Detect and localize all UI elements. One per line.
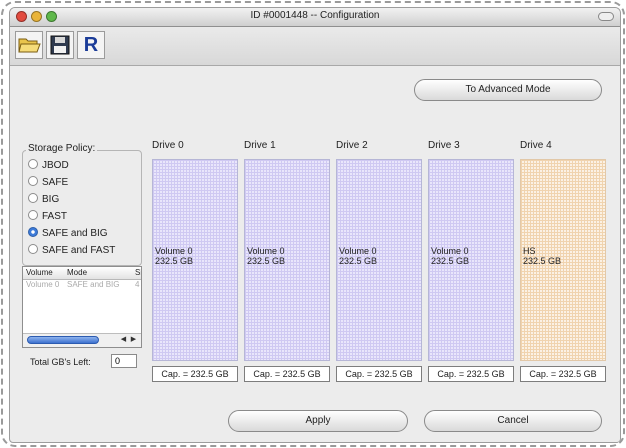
drive-0-capacity: Cap. = 232.5 GB — [152, 366, 238, 382]
drive-1-capacity: Cap. = 232.5 GB — [244, 366, 330, 382]
screenshot-frame: ID #0001448 -- Configuration R To Advanc… — [1, 1, 625, 447]
drive-4-hotspare-area[interactable]: HS 232.5 GB — [520, 159, 606, 361]
policy-option-jbod[interactable]: JBOD — [28, 159, 69, 173]
open-folder-icon — [18, 38, 41, 53]
drive-3-capacity: Cap. = 232.5 GB — [428, 366, 514, 382]
open-button[interactable] — [15, 31, 43, 59]
radio-safe-and-fast[interactable] — [28, 244, 38, 254]
cell-volume: Volume 0 — [26, 280, 60, 289]
drive-3-label: Drive 3 — [428, 140, 460, 151]
radio-safe-and-big[interactable] — [28, 227, 38, 237]
toolbar: R — [10, 27, 620, 66]
column-header-size[interactable]: Si — [135, 268, 141, 277]
cell-mode: SAFE and BIG — [67, 280, 120, 289]
drive-3-volume-name: Volume 0 — [431, 246, 469, 256]
scrollbar-thumb[interactable] — [27, 336, 99, 344]
drive-0-volume-size: 232.5 GB — [155, 256, 194, 266]
policy-label-fast: FAST — [42, 211, 68, 222]
advanced-mode-button[interactable]: To Advanced Mode — [414, 79, 602, 101]
drive-4-volume-size: 232.5 GB — [523, 256, 562, 266]
cell-size: 4 — [135, 280, 140, 289]
scroll-left-arrow-icon[interactable]: ◀ — [119, 335, 128, 345]
window-title: ID #0001448 -- Configuration — [250, 10, 380, 21]
save-floppy-icon — [50, 35, 70, 55]
policy-label-safe: SAFE — [42, 177, 69, 188]
drive-2-capacity: Cap. = 232.5 GB — [336, 366, 422, 382]
refresh-button[interactable]: R — [77, 31, 105, 59]
drive-1-volume-info: Volume 0 232.5 GB — [247, 246, 285, 266]
policy-option-safe-and-big[interactable]: SAFE and BIG — [28, 227, 108, 241]
configuration-window: ID #0001448 -- Configuration R To Advanc… — [9, 7, 621, 443]
policy-option-safe[interactable]: SAFE — [28, 176, 68, 190]
apply-button[interactable]: Apply — [228, 410, 408, 432]
drive-1-label: Drive 1 — [244, 140, 276, 151]
drive-3-volume-info: Volume 0 232.5 GB — [431, 246, 469, 266]
drive-4-volume-name: HS — [523, 246, 536, 256]
drive-1-volume-area[interactable]: Volume 0 232.5 GB — [244, 159, 330, 361]
title-bar[interactable]: ID #0001448 -- Configuration — [10, 8, 620, 27]
volume-table[interactable]: Volume Mode Si Volume 0 SAFE and BIG 4 ◀… — [22, 266, 142, 348]
save-button[interactable] — [46, 31, 74, 59]
scroll-right-arrow-icon[interactable]: ▶ — [129, 335, 138, 345]
policy-option-fast[interactable]: FAST — [28, 210, 67, 224]
column-header-volume[interactable]: Volume — [26, 268, 53, 277]
policy-label-big: BIG — [42, 194, 60, 205]
drive-2-volume-area[interactable]: Volume 0 232.5 GB — [336, 159, 422, 361]
drive-1-volume-size: 232.5 GB — [247, 256, 286, 266]
policy-label-jbod: JBOD — [42, 160, 69, 171]
total-gb-left-label: Total GB's Left: — [30, 357, 91, 367]
drive-3-volume-area[interactable]: Volume 0 232.5 GB — [428, 159, 514, 361]
drive-0-label: Drive 0 — [152, 140, 184, 151]
drive-2-label: Drive 2 — [336, 140, 368, 151]
horizontal-scrollbar[interactable]: ◀ ▶ — [23, 333, 141, 347]
drive-3-volume-size: 232.5 GB — [431, 256, 470, 266]
drive-0-volume-info: Volume 0 232.5 GB — [155, 246, 193, 266]
drive-0-volume-name: Volume 0 — [155, 246, 193, 256]
drive-4-label: Drive 4 — [520, 140, 552, 151]
total-gb-left-field: 0 — [111, 354, 137, 368]
cancel-button[interactable]: Cancel — [424, 410, 602, 432]
policy-option-safe-and-fast[interactable]: SAFE and FAST — [28, 244, 115, 258]
toolbar-toggle-button[interactable] — [598, 12, 614, 21]
main-content: To Advanced Mode Storage Policy: JBOD SA… — [16, 70, 614, 434]
table-row[interactable]: Volume 0 SAFE and BIG 4 — [23, 280, 141, 291]
storage-policy-title: Storage Policy: — [26, 143, 98, 154]
volume-table-header: Volume Mode Si — [23, 267, 141, 280]
drive-1-volume-name: Volume 0 — [247, 246, 285, 256]
policy-label-safe-and-big: SAFE and BIG — [42, 228, 108, 239]
drive-2-volume-name: Volume 0 — [339, 246, 377, 256]
drive-4-capacity: Cap. = 232.5 GB — [520, 366, 606, 382]
policy-label-safe-and-fast: SAFE and FAST — [42, 245, 116, 256]
radio-safe[interactable] — [28, 176, 38, 186]
drive-2-volume-info: Volume 0 232.5 GB — [339, 246, 377, 266]
radio-jbod[interactable] — [28, 159, 38, 169]
drive-0-volume-area[interactable]: Volume 0 232.5 GB — [152, 159, 238, 361]
column-header-mode[interactable]: Mode — [67, 268, 87, 277]
drive-2-volume-size: 232.5 GB — [339, 256, 378, 266]
policy-option-big[interactable]: BIG — [28, 193, 59, 207]
radio-big[interactable] — [28, 193, 38, 203]
drive-4-volume-info: HS 232.5 GB — [523, 246, 561, 266]
radio-fast[interactable] — [28, 210, 38, 220]
refresh-r-label: R — [83, 34, 99, 56]
